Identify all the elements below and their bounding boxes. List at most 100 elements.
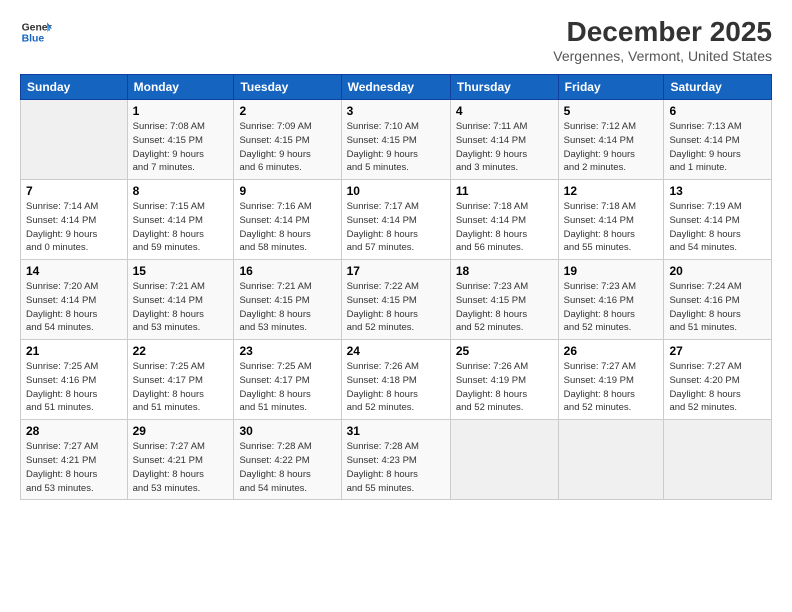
main-title: December 2025 <box>553 16 772 48</box>
day-cell: 16 Sunrise: 7:21 AM Sunset: 4:15 PM Dayli… <box>234 260 341 340</box>
col-thursday: Thursday <box>450 75 558 100</box>
day-number: 18 <box>456 264 553 278</box>
day-cell: 9 Sunrise: 7:16 AM Sunset: 4:14 PM Daylig… <box>234 180 341 260</box>
day-cell: 3Sunrise: 7:10 AM Sunset: 4:15 PM Daylig… <box>341 100 450 180</box>
day-cell: 22 Sunrise: 7:25 AM Sunset: 4:17 PM Dayli… <box>127 340 234 420</box>
day-number: 17 <box>347 264 445 278</box>
day-info: Sunrise: 7:26 AM Sunset: 4:19 PM Dayligh… <box>456 360 553 415</box>
week-row-0: 1 Sunrise: 7:08 AM Sunset: 4:15 PM Daylig… <box>21 100 772 180</box>
day-cell: 6Sunrise: 7:13 AM Sunset: 4:14 PM Daylig… <box>664 100 772 180</box>
day-info: Sunrise: 7:23 AM Sunset: 4:16 PM Dayligh… <box>564 280 659 335</box>
day-info: Sunrise: 7:28 AM Sunset: 4:22 PM Dayligh… <box>239 440 335 495</box>
week-row-4: 28 Sunrise: 7:27 AM Sunset: 4:21 PM Dayli… <box>21 420 772 500</box>
day-cell: 23 Sunrise: 7:25 AM Sunset: 4:17 PM Dayli… <box>234 340 341 420</box>
day-number: 8 <box>133 184 229 198</box>
day-info: Sunrise: 7:25 AM Sunset: 4:17 PM Dayligh… <box>239 360 335 415</box>
day-number: 10 <box>347 184 445 198</box>
page: General Blue December 2025 Vergennes, Ve… <box>0 0 792 612</box>
day-cell <box>664 420 772 500</box>
day-info: Sunrise: 7:23 AM Sunset: 4:15 PM Dayligh… <box>456 280 553 335</box>
day-cell: 27 Sunrise: 7:27 AM Sunset: 4:20 PM Dayli… <box>664 340 772 420</box>
col-sunday: Sunday <box>21 75 128 100</box>
day-number: 13 <box>669 184 766 198</box>
day-info: Sunrise: 7:19 AM Sunset: 4:14 PM Dayligh… <box>669 200 766 255</box>
day-number: 30 <box>239 424 335 438</box>
day-number: 16 <box>239 264 335 278</box>
week-row-2: 14 Sunrise: 7:20 AM Sunset: 4:14 PM Dayli… <box>21 260 772 340</box>
day-cell: 7Sunrise: 7:14 AM Sunset: 4:14 PM Daylig… <box>21 180 128 260</box>
day-cell: 12Sunrise: 7:18 AM Sunset: 4:14 PM Dayli… <box>558 180 664 260</box>
day-info: Sunrise: 7:17 AM Sunset: 4:14 PM Dayligh… <box>347 200 445 255</box>
col-tuesday: Tuesday <box>234 75 341 100</box>
svg-text:Blue: Blue <box>22 34 45 45</box>
day-number: 9 <box>239 184 335 198</box>
day-cell: 20Sunrise: 7:24 AM Sunset: 4:16 PM Dayli… <box>664 260 772 340</box>
col-wednesday: Wednesday <box>341 75 450 100</box>
day-info: Sunrise: 7:12 AM Sunset: 4:14 PM Dayligh… <box>564 120 659 175</box>
day-number: 5 <box>564 104 659 118</box>
day-number: 15 <box>133 264 229 278</box>
day-info: Sunrise: 7:27 AM Sunset: 4:19 PM Dayligh… <box>564 360 659 415</box>
col-saturday: Saturday <box>664 75 772 100</box>
day-number: 19 <box>564 264 659 278</box>
week-row-1: 7Sunrise: 7:14 AM Sunset: 4:14 PM Daylig… <box>21 180 772 260</box>
day-cell: 30 Sunrise: 7:28 AM Sunset: 4:22 PM Dayli… <box>234 420 341 500</box>
day-info: Sunrise: 7:25 AM Sunset: 4:16 PM Dayligh… <box>26 360 122 415</box>
day-cell <box>21 100 128 180</box>
day-cell: 19 Sunrise: 7:23 AM Sunset: 4:16 PM Dayli… <box>558 260 664 340</box>
calendar-header: Sunday Monday Tuesday Wednesday Thursday… <box>21 75 772 100</box>
day-info: Sunrise: 7:21 AM Sunset: 4:14 PM Dayligh… <box>133 280 229 335</box>
day-number: 31 <box>347 424 445 438</box>
day-cell: 24 Sunrise: 7:26 AM Sunset: 4:18 PM Dayli… <box>341 340 450 420</box>
week-row-3: 21 Sunrise: 7:25 AM Sunset: 4:16 PM Dayli… <box>21 340 772 420</box>
day-cell: 29 Sunrise: 7:27 AM Sunset: 4:21 PM Dayli… <box>127 420 234 500</box>
day-number: 29 <box>133 424 229 438</box>
day-cell: 11 Sunrise: 7:18 AM Sunset: 4:14 PM Dayli… <box>450 180 558 260</box>
logo: General Blue <box>20 16 52 48</box>
day-info: Sunrise: 7:08 AM Sunset: 4:15 PM Dayligh… <box>133 120 229 175</box>
day-number: 22 <box>133 344 229 358</box>
day-cell <box>558 420 664 500</box>
day-info: Sunrise: 7:28 AM Sunset: 4:23 PM Dayligh… <box>347 440 445 495</box>
title-section: December 2025 Vergennes, Vermont, United… <box>553 16 772 64</box>
day-cell: 17Sunrise: 7:22 AM Sunset: 4:15 PM Dayli… <box>341 260 450 340</box>
day-cell: 26 Sunrise: 7:27 AM Sunset: 4:19 PM Dayli… <box>558 340 664 420</box>
day-info: Sunrise: 7:15 AM Sunset: 4:14 PM Dayligh… <box>133 200 229 255</box>
day-number: 28 <box>26 424 122 438</box>
day-cell: 2Sunrise: 7:09 AM Sunset: 4:15 PM Daylig… <box>234 100 341 180</box>
day-cell: 25 Sunrise: 7:26 AM Sunset: 4:19 PM Dayli… <box>450 340 558 420</box>
day-info: Sunrise: 7:21 AM Sunset: 4:15 PM Dayligh… <box>239 280 335 335</box>
day-info: Sunrise: 7:10 AM Sunset: 4:15 PM Dayligh… <box>347 120 445 175</box>
day-cell: 10 Sunrise: 7:17 AM Sunset: 4:14 PM Dayli… <box>341 180 450 260</box>
day-info: Sunrise: 7:13 AM Sunset: 4:14 PM Dayligh… <box>669 120 766 175</box>
day-info: Sunrise: 7:18 AM Sunset: 4:14 PM Dayligh… <box>456 200 553 255</box>
day-number: 27 <box>669 344 766 358</box>
day-info: Sunrise: 7:27 AM Sunset: 4:21 PM Dayligh… <box>26 440 122 495</box>
day-info: Sunrise: 7:14 AM Sunset: 4:14 PM Dayligh… <box>26 200 122 255</box>
day-cell: 14 Sunrise: 7:20 AM Sunset: 4:14 PM Dayli… <box>21 260 128 340</box>
day-number: 23 <box>239 344 335 358</box>
day-number: 26 <box>564 344 659 358</box>
day-number: 25 <box>456 344 553 358</box>
day-info: Sunrise: 7:27 AM Sunset: 4:21 PM Dayligh… <box>133 440 229 495</box>
col-friday: Friday <box>558 75 664 100</box>
day-info: Sunrise: 7:27 AM Sunset: 4:20 PM Dayligh… <box>669 360 766 415</box>
subtitle: Vergennes, Vermont, United States <box>553 48 772 64</box>
day-info: Sunrise: 7:25 AM Sunset: 4:17 PM Dayligh… <box>133 360 229 415</box>
day-info: Sunrise: 7:20 AM Sunset: 4:14 PM Dayligh… <box>26 280 122 335</box>
calendar-body: 1 Sunrise: 7:08 AM Sunset: 4:15 PM Daylig… <box>21 100 772 500</box>
day-info: Sunrise: 7:26 AM Sunset: 4:18 PM Dayligh… <box>347 360 445 415</box>
day-number: 1 <box>133 104 229 118</box>
day-cell <box>450 420 558 500</box>
day-info: Sunrise: 7:18 AM Sunset: 4:14 PM Dayligh… <box>564 200 659 255</box>
day-cell: 28 Sunrise: 7:27 AM Sunset: 4:21 PM Dayli… <box>21 420 128 500</box>
day-number: 14 <box>26 264 122 278</box>
day-number: 11 <box>456 184 553 198</box>
day-cell: 15 Sunrise: 7:21 AM Sunset: 4:14 PM Dayli… <box>127 260 234 340</box>
day-number: 24 <box>347 344 445 358</box>
day-info: Sunrise: 7:16 AM Sunset: 4:14 PM Dayligh… <box>239 200 335 255</box>
day-cell: 8 Sunrise: 7:15 AM Sunset: 4:14 PM Daylig… <box>127 180 234 260</box>
day-cell: 1 Sunrise: 7:08 AM Sunset: 4:15 PM Daylig… <box>127 100 234 180</box>
day-info: Sunrise: 7:11 AM Sunset: 4:14 PM Dayligh… <box>456 120 553 175</box>
day-number: 21 <box>26 344 122 358</box>
